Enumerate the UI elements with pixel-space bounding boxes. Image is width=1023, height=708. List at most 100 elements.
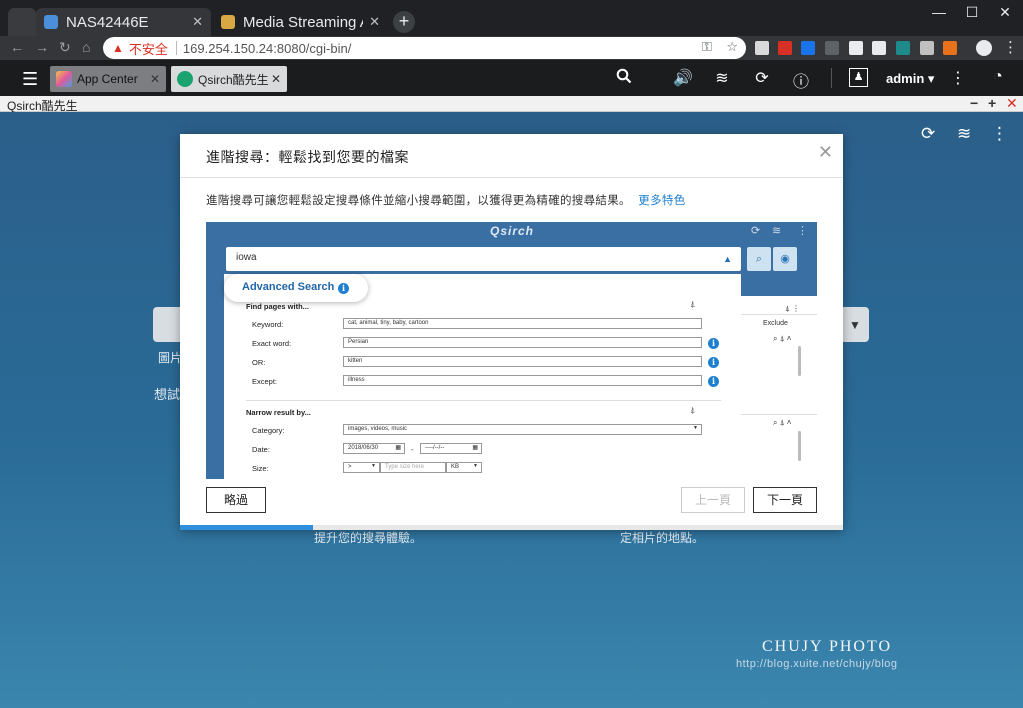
close-tab-icon[interactable]: ✕ [271,72,281,86]
extension-8-icon[interactable] [920,41,934,55]
browser-menu-icon[interactable]: ⋮ [1003,38,1018,56]
browser-tab-nas[interactable]: NAS42446E ✕ [36,8,211,36]
size-label: Size: [252,464,269,473]
home-icon[interactable]: ⌂ [82,39,90,55]
browser-tab-title: Media Streaming A [243,13,364,31]
security-label[interactable]: 不安全 [129,39,168,58]
background-text: 想試 [154,387,181,402]
qts-topbar: ☰ App Center ✕ Qsirch酷先生 ✕ 🔊 ≋ ⟳ ⓘ ♟ adm… [0,60,1023,96]
feature-illustration: Qsirch ⟳ ≋ ⋮ iowa ▲ ⌕ ◉ Exclude ⌕ ⍋ ˄ ⍋ … [206,222,817,479]
close-icon[interactable]: ✕ [818,142,833,163]
clear-filter-icon: ⍋ [690,299,696,309]
main-menu-icon[interactable]: ☰ [22,69,38,90]
exact-word-label: Exact word: [252,339,292,348]
skip-button[interactable]: 略過 [206,487,266,513]
filter-icons: ⍋ ⋮ [785,304,801,313]
url-text[interactable]: 169.254.150.24:8080/cgi-bin/ [183,41,351,56]
advanced-search-label: Advanced Search [242,281,335,293]
date-separator: - [411,445,414,454]
extension-abp-icon[interactable] [778,41,792,55]
filter-icons: ⌕ ⍋ ˄ [773,418,792,427]
more-features-link[interactable]: 更多特色 [638,195,685,207]
stack-icon[interactable]: ≋ [957,124,971,144]
calendar-icon: ▦ [395,445,401,451]
user-menu[interactable]: admin ▾ [886,71,934,87]
sync-icon[interactable]: ⟳ [751,68,773,88]
date-label: Date: [252,445,270,454]
browser-tab-media[interactable]: Media Streaming A ✕ [213,8,388,36]
extension-4-icon[interactable] [825,41,839,55]
browser-tab-stub[interactable] [8,8,36,36]
user-icon[interactable]: ♟ [849,68,868,87]
except-field: illness [343,375,702,386]
close-tab-icon[interactable]: ✕ [369,14,380,30]
forward-arrow-icon[interactable]: → [35,39,49,55]
qts-tab-app-center[interactable]: App Center ✕ [50,66,166,92]
nas-favicon-icon [44,15,58,29]
address-bar[interactable]: ▲ 不安全 169.254.150.24:8080/cgi-bin/ ⚿ ☆ [103,37,746,59]
warning-icon: ▲ [112,41,124,55]
maximize-window-button[interactable]: ☐ [957,4,987,21]
previous-page-button[interactable]: 上一頁 [681,487,745,513]
new-tab-button[interactable]: + [393,11,415,33]
filter-icons: ⌕ ⍋ ˄ [773,334,792,343]
volume-icon[interactable]: 🔊 [672,68,694,88]
refresh-icon[interactable]: ⟳ [921,124,935,144]
calendar-icon: ▦ [472,445,478,451]
qts-tab-qsirch[interactable]: Qsirch酷先生 ✕ [171,66,287,92]
narrow-section-title: Narrow result by... [246,408,311,417]
minimize-window-button[interactable]: — [924,4,954,20]
find-section-title: Find pages with... [246,302,309,311]
watermark-title: CHUJY PHOTO [762,638,893,655]
scrollbar [798,346,801,376]
app-center-icon [56,71,72,87]
size-operator-value: > [348,464,352,470]
profile-avatar[interactable] [976,40,992,56]
extension-1-icon[interactable] [755,41,769,55]
more-options-icon[interactable]: ⋮ [947,68,969,88]
back-arrow-icon[interactable]: ← [10,39,24,55]
qsirch-icon [177,71,193,87]
info-icon[interactable]: ⓘ [790,68,812,92]
search-icon[interactable] [613,68,635,89]
maximize-app-button[interactable]: + [988,95,996,111]
dashboard-icon[interactable]: ◔ [987,68,1009,86]
stack-icon: ≋ [772,225,782,237]
info-icon: i [708,357,719,368]
close-tab-icon[interactable]: ✕ [150,72,160,86]
stack-icon[interactable]: ≋ [711,68,733,88]
key-icon[interactable]: ⚿ [702,39,712,54]
next-page-button[interactable]: 下一頁 [753,487,817,513]
date-to-value: ----/--/-- [425,445,445,451]
divider [741,314,817,315]
category-value: images, videos, music [348,426,408,432]
extension-7-icon[interactable] [896,41,910,55]
browser-toolbar: ← → ↻ ⌂ ▲ 不安全 169.254.150.24:8080/cgi-bi… [0,36,1023,60]
extension-9-icon[interactable] [943,41,957,55]
info-icon: i [708,376,719,387]
section-divider [246,400,721,401]
extension-5-icon[interactable] [849,41,863,55]
exclude-label: Exclude [763,320,788,327]
close-app-button[interactable]: ✕ [1006,95,1018,112]
omnibox-actions: ⚿ ☆ [702,39,738,55]
qts-tab-label: Qsirch酷先生 [198,72,269,87]
dropdown-icon: ▼ [473,463,478,469]
more-options-icon[interactable]: ⋮ [991,124,1008,144]
extension-3-icon[interactable] [801,41,815,55]
reload-icon[interactable]: ↻ [59,39,71,56]
tour-progress-bar [180,525,843,530]
illustration-search-box: iowa ▲ [226,247,741,271]
background-text: 提升您的搜尋體驗。 [314,531,423,545]
location-icon: ◉ [773,247,797,271]
illustration-form-panel: Find pages with... ⍋ Keyword: cat, anima… [224,274,741,479]
minimize-app-button[interactable]: − [970,95,978,111]
watermark-url: http://blog.xuite.net/chujy/blog [736,658,898,670]
extension-6-icon[interactable] [872,41,886,55]
address-separator [175,41,177,55]
close-tab-icon[interactable]: ✕ [192,14,203,30]
close-window-button[interactable]: ✕ [990,4,1020,21]
bookmark-star-icon[interactable]: ☆ [726,39,738,54]
scrollbar [798,431,801,461]
background-text: 定相片的地點。 [620,531,705,545]
